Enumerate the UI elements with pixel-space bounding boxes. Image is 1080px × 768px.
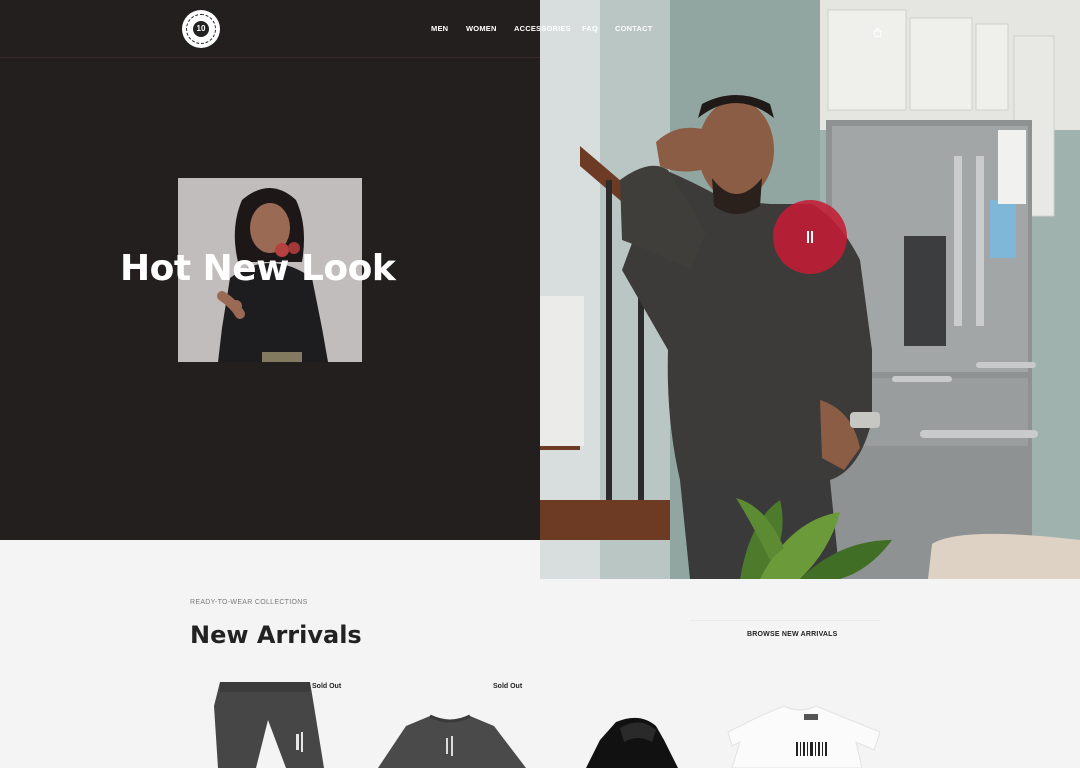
nav-item-faq[interactable]: FAQ bbox=[582, 24, 598, 33]
brand-logo[interactable]: 10 bbox=[182, 10, 220, 48]
hero-video-panel[interactable] bbox=[540, 0, 1080, 579]
nav-item-accessories[interactable]: ACCESSORIES bbox=[514, 24, 571, 33]
product-card-joggers[interactable]: Sold Out bbox=[190, 676, 350, 768]
pause-icon bbox=[806, 231, 814, 243]
section-eyebrow: READY-TO-WEAR COLLECTIONS bbox=[190, 599, 308, 606]
product-card-hoodie[interactable] bbox=[560, 676, 720, 768]
section-title: New Arrivals bbox=[190, 621, 362, 649]
nav-item-women[interactable]: WOMEN bbox=[466, 24, 497, 33]
product-card-white-tee[interactable] bbox=[720, 676, 880, 768]
browse-new-arrivals-link[interactable]: BROWSE NEW ARRIVALS bbox=[747, 631, 838, 638]
nav-item-contact[interactable]: CONTACT bbox=[615, 24, 653, 33]
logo-badge-text: 10 bbox=[193, 21, 209, 37]
hero-title: Hot New Look bbox=[120, 248, 396, 289]
section-divider bbox=[690, 620, 880, 621]
page: 10 Hot New Look MEN WOMEN ACCESSORIES FA… bbox=[0, 0, 1080, 768]
nav-item-men[interactable]: MEN bbox=[431, 24, 448, 33]
product-card-sweatshirt[interactable]: Sold Out bbox=[370, 676, 530, 768]
header-divider bbox=[0, 57, 540, 58]
video-pause-button[interactable] bbox=[773, 200, 847, 274]
shopping-bag-icon[interactable] bbox=[873, 24, 882, 37]
sold-out-badge: Sold Out bbox=[493, 683, 523, 690]
sold-out-badge: Sold Out bbox=[312, 683, 342, 690]
